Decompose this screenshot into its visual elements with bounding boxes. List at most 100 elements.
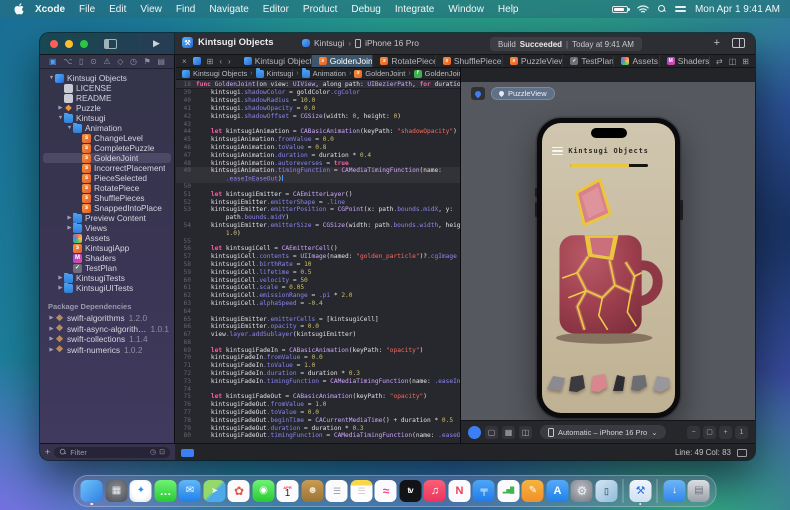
sidebar-item-kintsugi[interactable]: ▼Kintsugi <box>43 113 171 123</box>
selectable-preview-button[interactable]: ▢ <box>485 426 498 439</box>
sidebar-item-rotatepiece[interactable]: sRotatePiece <box>43 183 171 193</box>
tab-testplan[interactable]: ✓TestPlan <box>563 55 614 67</box>
menu-file[interactable]: File <box>72 4 102 15</box>
menu-find[interactable]: Find <box>169 4 202 15</box>
split-editor-icon[interactable]: ◫ <box>729 57 737 66</box>
dock-music-icon[interactable]: ♫ <box>424 480 446 502</box>
menu-window[interactable]: Window <box>441 4 491 15</box>
code-line-64[interactable]: 64 <box>176 307 460 315</box>
source-editor[interactable]: 18 func GoldenJoint(on view: UIView, alo… <box>176 80 460 443</box>
zoom-actual-button[interactable]: 1 <box>735 426 748 439</box>
code-line-wrap[interactable]: path.bounds.midY) <box>176 214 460 222</box>
dock-messages-icon[interactable]: … <box>154 480 176 502</box>
breakpoint-activation-button[interactable] <box>181 449 194 457</box>
editor-layout-icon[interactable] <box>732 38 745 48</box>
close-tab-icon[interactable]: × <box>182 57 187 66</box>
pin-preview-button[interactable] <box>471 87 485 100</box>
grid-view-icon[interactable]: ⊞ <box>207 57 214 66</box>
code-line-50[interactable]: 50 <box>176 183 460 191</box>
dock-keynote-icon[interactable]: ╤ <box>473 480 495 502</box>
menu-view[interactable]: View <box>133 4 169 15</box>
menu-help[interactable]: Help <box>491 4 526 15</box>
recent-file-icon[interactable] <box>193 57 201 65</box>
tab-puzzleview[interactable]: sPuzzleView <box>503 55 563 67</box>
source-control-icon[interactable]: ⌥ <box>63 58 72 66</box>
code-line-59[interactable]: 59 kintsugiCell.lifetime = 0.5 <box>176 268 460 276</box>
package-item-swift-numerics[interactable]: ▶❖swift-numerics1.0.2 <box>43 345 171 356</box>
wifi-icon[interactable] <box>637 5 649 14</box>
code-line-67[interactable]: 67 view.layer.addSublayer(kintsugiEmitte… <box>176 331 460 339</box>
code-line-65[interactable]: 65 kintsugiEmitter.emitterCells = [kints… <box>176 315 460 323</box>
dock-finder-icon[interactable] <box>81 480 103 502</box>
dock-notes-icon[interactable]: ☰ <box>350 480 372 502</box>
device-settings-button[interactable]: ◫ <box>519 426 532 439</box>
sidebar-item-incorrectplacement[interactable]: sIncorrectPlacement <box>43 163 171 173</box>
apple-menu[interactable] <box>10 3 28 15</box>
code-line-44[interactable]: 44 let kintsugiAnimation = CABasicAnimat… <box>176 128 460 136</box>
code-line-58[interactable]: 58 kintsugiCell.birthRate = 10 <box>176 261 460 269</box>
sidebar-item-pieceselected[interactable]: sPieceSelected <box>43 173 171 183</box>
code-line-43[interactable]: 43 <box>176 120 460 128</box>
code-line-56[interactable]: 56 let kintsugiCell = CAEmitterCell() <box>176 245 460 253</box>
dock-calendar-icon[interactable]: APR1 <box>277 480 299 502</box>
code-line-74[interactable]: 74 <box>176 385 460 393</box>
sidebar-item-puzzle[interactable]: ▶◆Puzzle <box>43 103 171 113</box>
dock-iphone-mirroring-icon[interactable]: ▯ <box>595 480 617 502</box>
code-line-53[interactable]: 53 kintsugiEmitter.emitterPosition = CGP… <box>176 206 460 214</box>
activity-view[interactable]: Build Succeeded | Today at 9:41 AM <box>490 37 642 51</box>
tab-assets[interactable]: Assets <box>614 55 659 67</box>
find-navigator-icon[interactable]: ⊙ <box>90 58 97 66</box>
tests-icon[interactable]: ◇ <box>117 58 123 66</box>
reports-icon[interactable]: ▤ <box>157 58 165 66</box>
dock-safari-icon[interactable]: ✦ <box>130 480 152 502</box>
dock-settings-icon[interactable]: ⚙ <box>571 480 593 502</box>
library-add-button[interactable]: + <box>714 37 720 49</box>
tab-rotatepiece[interactable]: sRotatePiece <box>373 55 435 67</box>
zoom-in-button[interactable]: + <box>719 426 732 439</box>
battery-icon[interactable] <box>612 6 628 13</box>
package-item-swift-async-algorithms[interactable]: ▶❖swift-async-algorithms1.0.1 <box>43 324 171 335</box>
tab-goldenjoint[interactable]: sGoldenJoint <box>312 55 374 67</box>
menu-navigate[interactable]: Navigate <box>202 4 255 15</box>
dock-launchpad-icon[interactable]: ▦ <box>105 480 127 502</box>
code-line-51[interactable]: 51 let kintsugiEmitter = CAEmitterLayer(… <box>176 190 460 198</box>
dock-news-icon[interactable]: N <box>448 480 470 502</box>
code-line-77[interactable]: 77 kintsugiFadeOut.toValue = 0.0 <box>176 409 460 417</box>
menu-edit[interactable]: Edit <box>102 4 133 15</box>
sidebar-item-testplan[interactable]: ✓TestPlan <box>43 263 171 273</box>
code-line-68[interactable]: 68 <box>176 339 460 347</box>
sidebar-item-snappedintoplace[interactable]: sSnappedIntoPlace <box>43 203 171 213</box>
code-line-39[interactable]: 39 kintsugi.shadowColor = goldColor.cgCo… <box>176 89 460 97</box>
code-line-47[interactable]: 47 kintsugiAnimation.duration = duration… <box>176 151 460 159</box>
sidebar-item-goldenjoint[interactable]: sGoldenJoint <box>43 153 171 163</box>
spotlight-search-icon[interactable] <box>658 5 666 13</box>
breadcrumb-item-kintsugi-objects[interactable]: Kintsugi Objects <box>182 69 247 78</box>
sidebar-item-kintsugitests[interactable]: ▶KintsugiTests <box>43 273 171 283</box>
dock-maps-icon[interactable]: ➤ <box>203 480 225 502</box>
code-line-57[interactable]: 57 kintsugiCell.contents = UIImage(named… <box>176 253 460 261</box>
code-line-71[interactable]: 71 kintsugiFadeIn.toValue = 1.0 <box>176 362 460 370</box>
sidebar-item-completepuzzle[interactable]: sCompletePuzzle <box>43 143 171 153</box>
debug-icon[interactable]: ◷ <box>130 58 137 66</box>
forward-button[interactable]: › <box>228 57 231 66</box>
code-line-40[interactable]: 40 kintsugi.shadowRadius = 10.0 <box>176 97 460 105</box>
run-button[interactable]: ▶ <box>153 38 160 49</box>
bookmarks-icon[interactable]: ▯ <box>79 58 83 66</box>
code-line-wrap[interactable]: 1.0) <box>176 229 460 237</box>
code-line-60[interactable]: 60 kintsugiCell.velocity = 50 <box>176 276 460 284</box>
puzzle-pieces-tray[interactable] <box>545 372 672 399</box>
live-preview-button[interactable] <box>468 426 481 439</box>
menu-debug[interactable]: Debug <box>344 4 387 15</box>
breadcrumb-item-kintsugi[interactable]: Kintsugi <box>256 69 294 78</box>
editor-settings-icon[interactable] <box>737 449 747 457</box>
sidebar-item-preview-content[interactable]: ▶Preview Content <box>43 213 171 223</box>
add-file-button[interactable]: + <box>45 447 50 457</box>
issues-icon[interactable]: ⚠ <box>103 58 110 66</box>
dock-appstore-icon[interactable]: A <box>546 480 568 502</box>
dock-facetime-icon[interactable]: ◉ <box>252 480 274 502</box>
code-line-48[interactable]: 48 kintsugiAnimation.autoreverses = true <box>176 159 460 167</box>
code-line-45[interactable]: 45 kintsugiAnimation.fromValue = 0.0 <box>176 136 460 144</box>
code-line-80[interactable]: 80 kintsugiFadeOut.timingFunction = CAMe… <box>176 432 460 440</box>
sidebar-item-shaders[interactable]: MShaders <box>43 253 171 263</box>
code-line-79[interactable]: 79 kintsugiFadeOut.duration = duration *… <box>176 424 460 432</box>
